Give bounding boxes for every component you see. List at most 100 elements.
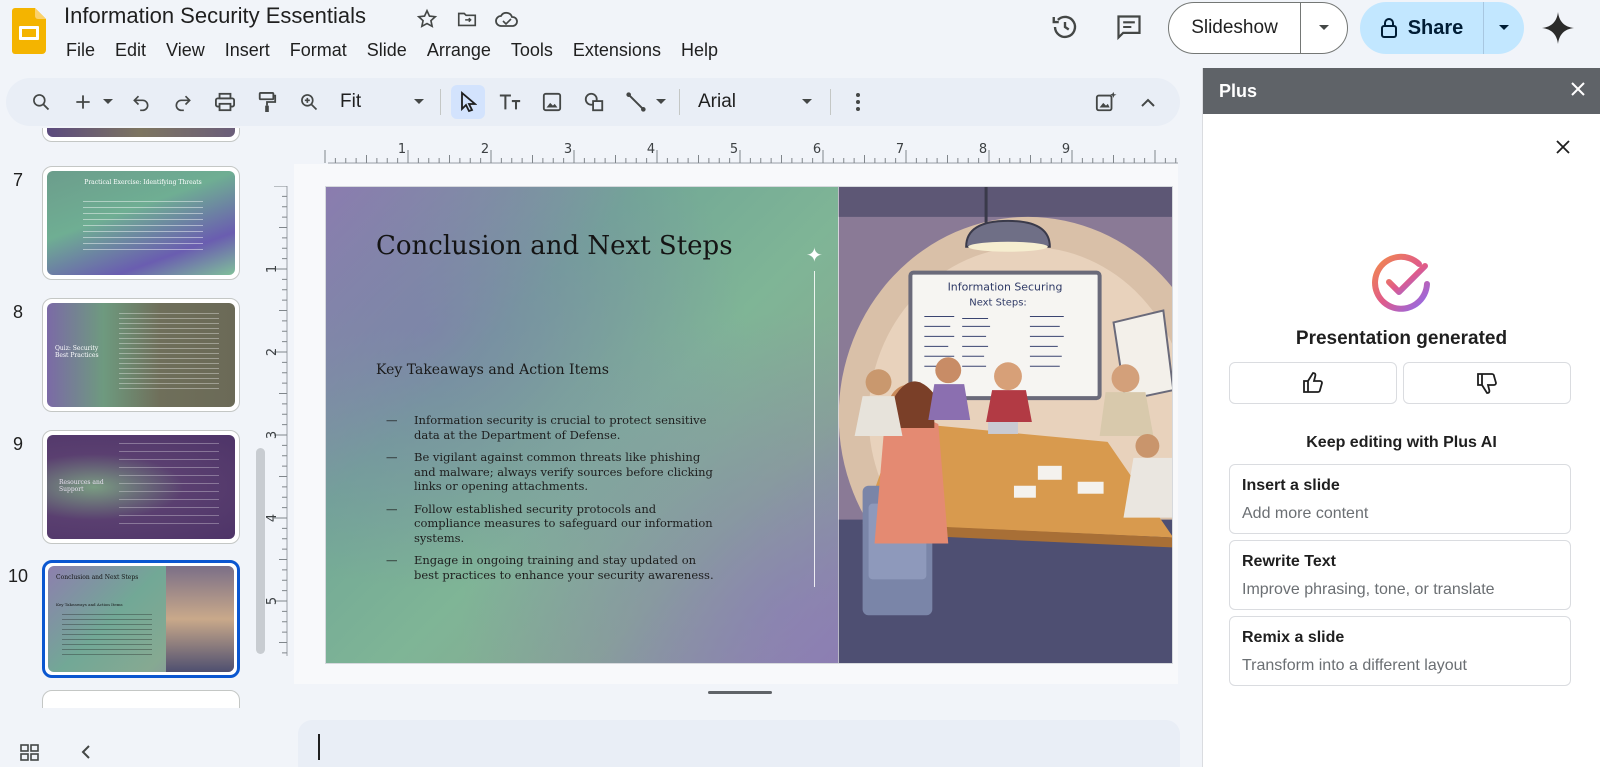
add-image-sparkle-icon[interactable] <box>1089 85 1123 119</box>
zoom-icon[interactable] <box>292 85 326 119</box>
menu-view[interactable]: View <box>156 38 215 62</box>
bullet-item: Information security is crucial to prote… <box>386 413 716 442</box>
slides-logo-icon[interactable] <box>12 8 46 54</box>
menu-arrange[interactable]: Arrange <box>417 38 501 62</box>
slide-subtitle[interactable]: Key Takeaways and Action Items <box>376 362 609 378</box>
slide-thumbnail[interactable] <box>42 690 240 708</box>
shape-icon[interactable] <box>577 85 611 119</box>
thumbs-down-icon <box>1477 373 1497 394</box>
ruler-label: 9 <box>1062 142 1070 157</box>
toolbar-divider <box>679 89 680 115</box>
sparkle-icon: ✦ <box>806 245 823 267</box>
current-slide[interactable]: Conclusion and Next Steps ✦ Key Takeaway… <box>325 186 1173 664</box>
insert-image-icon[interactable] <box>535 85 569 119</box>
ruler-label: 3 <box>266 431 280 439</box>
select-cursor-icon[interactable] <box>451 85 485 119</box>
undo-icon[interactable] <box>124 85 158 119</box>
collapse-filmstrip-icon[interactable] <box>80 744 92 767</box>
notes-resize-handle[interactable] <box>708 691 772 694</box>
chevron-down-icon <box>414 99 424 104</box>
redo-icon[interactable] <box>166 85 200 119</box>
meeting-illustration-image[interactable]: Information Securing Next Steps: <box>838 187 1173 663</box>
thumbs-down-button[interactable] <box>1403 362 1571 404</box>
thumbs-up-button[interactable] <box>1229 362 1397 404</box>
menu-extensions[interactable]: Extensions <box>563 38 671 62</box>
toolbar: Fit Arial <box>6 78 1180 126</box>
vertical-ruler[interactable]: 1 2 3 4 5 <box>266 186 288 656</box>
menu-file[interactable]: File <box>56 38 105 62</box>
card-description: Transform into a different layout <box>1242 657 1467 674</box>
slide-number: 8 <box>12 302 23 322</box>
whiteboard-title: Information Securing <box>948 281 1063 294</box>
share-button[interactable]: Share <box>1360 2 1524 54</box>
search-menus-icon[interactable] <box>24 85 58 119</box>
print-icon[interactable] <box>208 85 242 119</box>
slide-thumbnail-9[interactable]: Resources and Support <box>42 430 240 544</box>
star-icon[interactable] <box>414 6 440 32</box>
close-panel-icon[interactable] <box>1570 81 1586 102</box>
slide-thumbnail-7[interactable]: Practical Exercise: Identifying Threats <box>42 166 240 280</box>
cloud-status-icon[interactable] <box>494 6 520 32</box>
font-value: Arial <box>698 91 737 112</box>
horizontal-ruler[interactable]: 1 2 3 4 5 6 7 8 9 <box>294 142 1178 164</box>
menu-format[interactable]: Format <box>280 38 357 62</box>
new-slide-dropdown-icon[interactable] <box>100 85 116 119</box>
menu-tools[interactable]: Tools <box>501 38 563 62</box>
close-icon[interactable] <box>1556 140 1570 159</box>
text-caret <box>318 734 320 760</box>
speaker-notes-input[interactable] <box>298 720 1180 767</box>
line-dropdown-icon[interactable] <box>653 85 669 119</box>
ruler-label: 3 <box>564 142 572 157</box>
ruler-label: 4 <box>647 142 655 157</box>
insert-slide-card[interactable]: Insert a slide Add more content <box>1229 464 1571 534</box>
slideshow-button[interactable]: Slideshow <box>1168 2 1348 54</box>
ruler-label: 8 <box>979 142 987 157</box>
share-label: Share <box>1407 16 1464 39</box>
move-folder-icon[interactable] <box>454 6 480 32</box>
remix-slide-card[interactable]: Remix a slide Transform into a different… <box>1229 616 1571 686</box>
grid-view-icon[interactable] <box>20 744 40 767</box>
new-slide-icon[interactable] <box>66 85 100 119</box>
menu-help[interactable]: Help <box>671 38 728 62</box>
gemini-sparkle-icon[interactable] <box>1540 10 1576 46</box>
ruler-label: 2 <box>481 142 489 157</box>
ruler-label: 1 <box>266 265 280 273</box>
slideshow-dropdown-icon[interactable] <box>1301 24 1347 32</box>
slide-number: 9 <box>12 434 23 454</box>
check-circle-logo-icon <box>1372 253 1430 312</box>
ruler-label: 7 <box>896 142 904 157</box>
menu-slide[interactable]: Slide <box>357 38 417 62</box>
comments-icon[interactable] <box>1112 10 1146 44</box>
slide-thumbnail[interactable] <box>42 128 240 142</box>
slide-number: 10 <box>7 566 29 586</box>
thumbnail-subtitle: Key Takeaways and Action Items <box>56 602 123 607</box>
toolbar-divider <box>440 89 441 115</box>
menu-insert[interactable]: Insert <box>215 38 280 62</box>
generation-status: Presentation generated <box>1295 328 1508 349</box>
zoom-select[interactable]: Fit <box>334 85 430 119</box>
slide-bullets[interactable]: Information security is crucial to prote… <box>386 413 716 590</box>
rewrite-text-card[interactable]: Rewrite Text Improve phrasing, tone, or … <box>1229 540 1571 610</box>
filmstrip-scrollbar[interactable] <box>256 448 265 654</box>
version-history-icon[interactable] <box>1048 10 1082 44</box>
card-description: Add more content <box>1242 505 1369 522</box>
slide-divider-line <box>814 271 815 587</box>
menu-bar: File Edit View Insert Format Slide Arran… <box>56 38 728 62</box>
keep-editing-heading: Keep editing with Plus AI <box>1306 434 1497 451</box>
menu-edit[interactable]: Edit <box>105 38 156 62</box>
more-options-icon[interactable] <box>841 85 875 119</box>
slideshow-label[interactable]: Slideshow <box>1169 3 1301 53</box>
ruler-label: 2 <box>266 348 280 356</box>
collapse-toolbar-icon[interactable] <box>1131 85 1165 119</box>
font-select[interactable]: Arial <box>690 85 820 119</box>
card-title: Insert a slide <box>1242 477 1340 494</box>
line-icon[interactable] <box>619 85 653 119</box>
zoom-value: Fit <box>340 91 362 112</box>
paint-format-icon[interactable] <box>250 85 284 119</box>
document-title[interactable]: Information Security Essentials <box>64 3 366 29</box>
share-dropdown-icon[interactable] <box>1484 24 1524 32</box>
slide-title[interactable]: Conclusion and Next Steps <box>376 231 733 261</box>
slide-thumbnail-8[interactable]: Quiz: Security Best Practices <box>42 298 240 412</box>
text-box-icon[interactable] <box>493 85 527 119</box>
slide-thumbnail-10[interactable]: Conclusion and Next Steps Key Takeaways … <box>42 560 240 678</box>
